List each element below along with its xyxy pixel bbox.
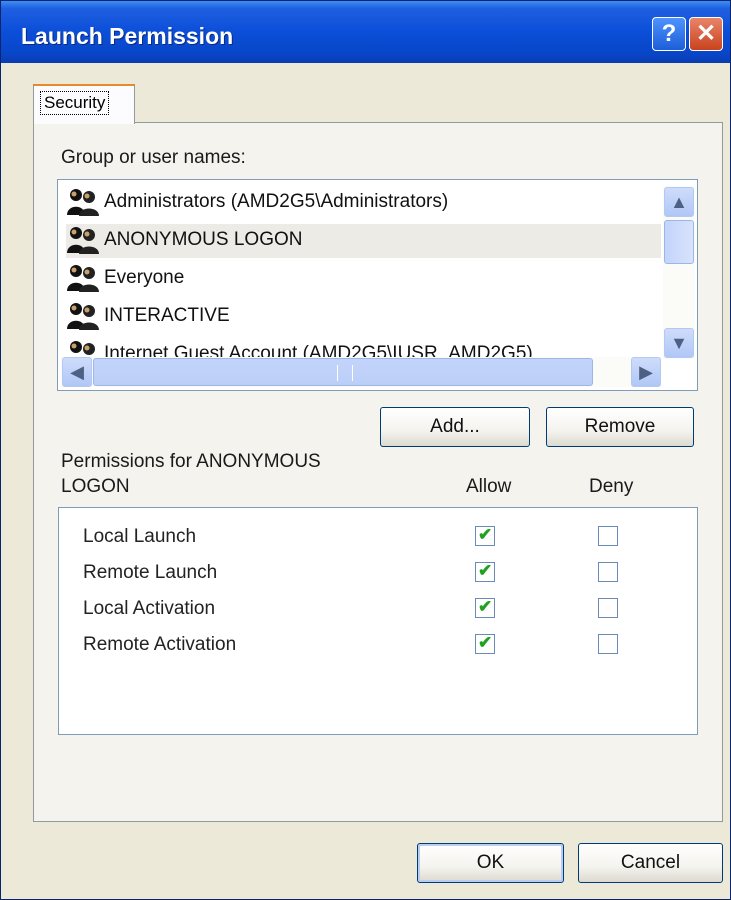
vertical-scroll-thumb[interactable]: [664, 220, 694, 264]
checkmark-icon: ✔: [478, 561, 493, 580]
horizontal-scroll-thumb[interactable]: [93, 358, 593, 386]
checkmark-icon: ✔: [478, 633, 493, 652]
user-list-item[interactable]: Administrators (AMD2G5\Administrators): [66, 186, 661, 220]
add-button[interactable]: Add...: [380, 407, 530, 447]
group-or-user-names-label: Group or user names:: [61, 147, 246, 168]
user-name: Everyone: [104, 267, 185, 288]
permission-name: Remote Activation: [83, 634, 237, 655]
window-title: Launch Permission: [21, 23, 234, 49]
permission-row: Local Launch ✔: [59, 522, 695, 554]
allow-column-header: Allow: [466, 476, 512, 497]
permission-name: Local Launch: [83, 526, 197, 547]
user-group-icon: [66, 188, 100, 216]
permission-row: Remote Activation ✔: [59, 630, 695, 662]
checkmark-icon: ✔: [478, 597, 493, 616]
checkmark-icon: ✔: [478, 525, 493, 544]
user-name: ANONYMOUS LOGON: [104, 229, 303, 250]
user-group-icon: [66, 302, 100, 330]
user-group-icon: [66, 264, 100, 292]
user-list-item[interactable]: INTERACTIVE: [66, 300, 661, 334]
horizontal-scrollbar[interactable]: ◀ ▶: [61, 357, 661, 387]
user-list-item[interactable]: ANONYMOUS LOGON: [66, 224, 661, 258]
ok-button[interactable]: OK: [417, 843, 564, 883]
deny-checkbox[interactable]: [598, 598, 618, 618]
permission-row: Remote Launch ✔: [59, 558, 695, 590]
permission-name: Remote Launch: [83, 562, 218, 583]
deny-column-header: Deny: [589, 476, 634, 497]
deny-checkbox[interactable]: [598, 526, 618, 546]
allow-checkbox[interactable]: ✔: [475, 597, 495, 618]
permission-row: Local Activation ✔: [59, 594, 695, 626]
grip-icon: [337, 365, 353, 381]
question-mark-icon: ?: [661, 20, 677, 47]
scroll-left-button[interactable]: ◀: [62, 357, 92, 387]
deny-checkbox[interactable]: [598, 634, 618, 654]
scroll-right-button[interactable]: ▶: [631, 357, 661, 387]
scroll-up-button[interactable]: ▲: [664, 187, 694, 217]
user-list-item[interactable]: Everyone: [66, 262, 661, 296]
allow-checkbox[interactable]: ✔: [475, 525, 495, 546]
deny-checkbox[interactable]: [598, 562, 618, 582]
scroll-down-button[interactable]: ▼: [664, 328, 694, 358]
allow-checkbox[interactable]: ✔: [475, 633, 495, 654]
close-icon: ✕: [695, 20, 717, 47]
user-name: INTERACTIVE: [104, 305, 230, 326]
tab-security[interactable]: Security: [33, 84, 135, 124]
user-group-icon: [66, 226, 100, 254]
cancel-button[interactable]: Cancel: [578, 843, 723, 883]
help-button[interactable]: ?: [652, 17, 686, 51]
tab-security-label: Security: [40, 91, 110, 115]
vertical-scrollbar[interactable]: ▲ ▼: [663, 186, 695, 359]
remove-button[interactable]: Remove: [546, 407, 694, 447]
launch-permission-dialog: Launch Permission ? ✕ Security Group or …: [0, 0, 731, 900]
title-bar[interactable]: Launch Permission ? ✕: [1, 1, 730, 63]
permissions-label-line2: LOGON: [61, 476, 130, 497]
user-name: Administrators (AMD2G5\Administrators): [104, 191, 449, 212]
permission-name: Local Activation: [83, 598, 216, 619]
close-button[interactable]: ✕: [689, 17, 723, 51]
permissions-label-line1: Permissions for ANONYMOUS: [61, 451, 321, 472]
permissions-list: Local Launch ✔ Remote Launch ✔ Local Activat…: [58, 507, 698, 735]
allow-checkbox[interactable]: ✔: [475, 561, 495, 582]
